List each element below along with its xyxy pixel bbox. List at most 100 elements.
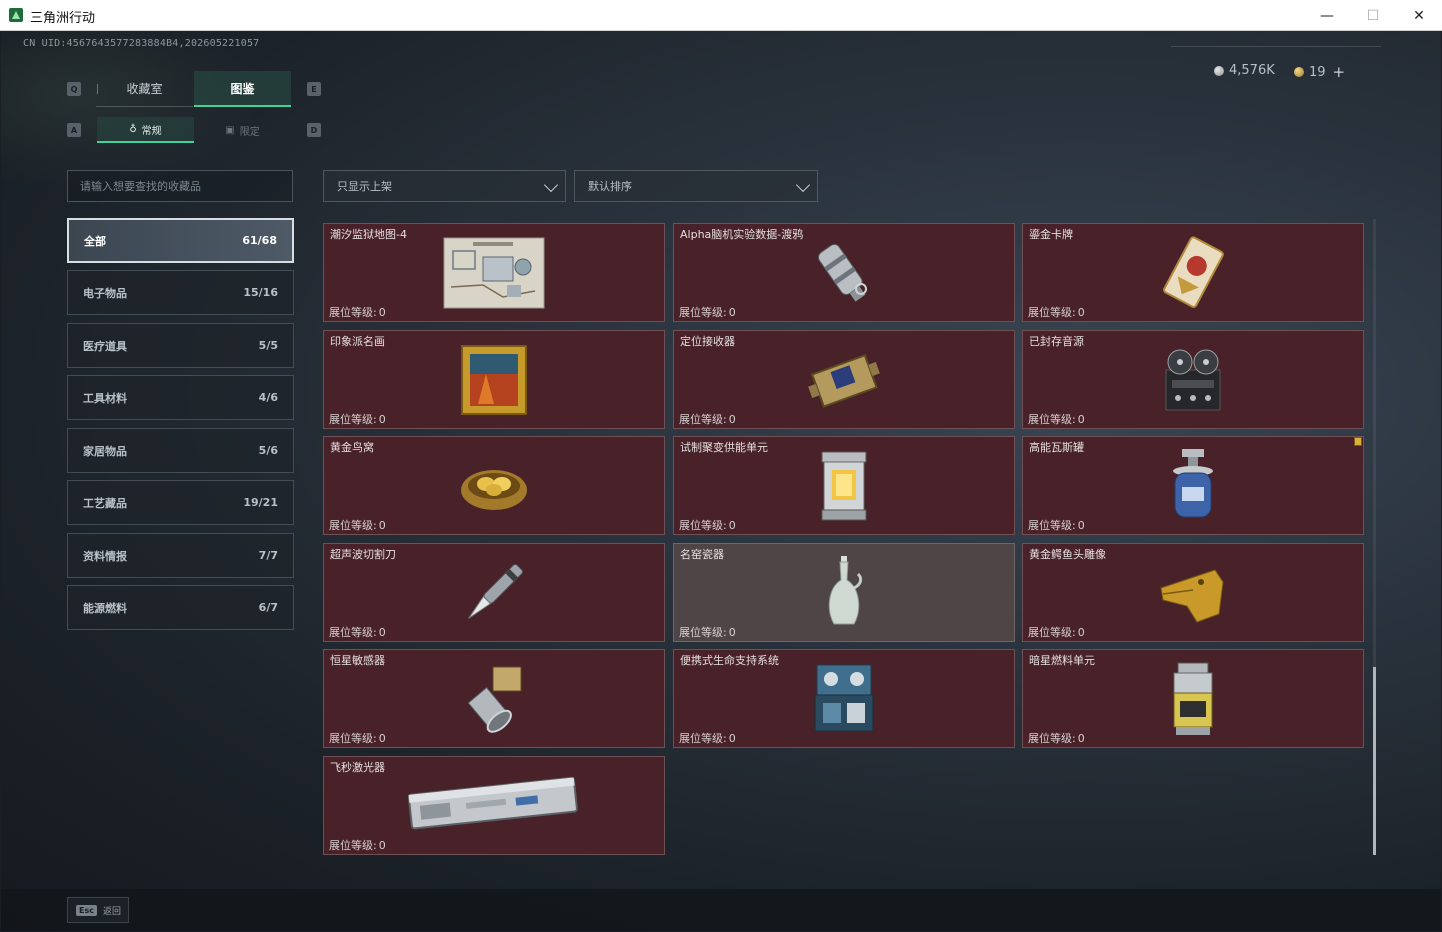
reel-recorder-icon (1165, 349, 1221, 410)
item-card[interactable]: 印象派名画 展位等级: 0 (323, 330, 665, 429)
alert-badge (1354, 437, 1362, 446)
display-level: 展位等级: 0 (677, 304, 736, 320)
item-card[interactable]: 名窑瓷器 展位等级: 0 (673, 543, 1015, 642)
tab-catalog[interactable]: 图鉴 (194, 71, 291, 107)
display-filter-dropdown[interactable]: 只显示上架 (323, 170, 566, 202)
window-title: 三角洲行动 (30, 11, 96, 26)
key-hint-e: E (307, 82, 321, 96)
display-level-label: 展位等级: (679, 732, 727, 745)
category-label: 资料情报 (83, 549, 127, 563)
chevron-down-icon (543, 177, 559, 193)
display-level-label: 展位等级: (679, 413, 727, 426)
display-level: 展位等级: 0 (677, 624, 736, 640)
category-count: 5/5 (258, 339, 278, 352)
sort-dropdown[interactable]: 默认排序 (574, 170, 818, 202)
display-level-value: 0 (728, 626, 736, 639)
item-name: 已封存音源 (1029, 335, 1084, 348)
painting-icon (461, 344, 527, 415)
footer-bar (1, 889, 1441, 931)
item-card[interactable]: 高能瓦斯罐 展位等级: 0 (1022, 436, 1364, 535)
item-card[interactable]: 便携式生命支持系统 展位等级: 0 (673, 649, 1015, 748)
close-button[interactable]: ✕ (1396, 0, 1442, 31)
item-card[interactable]: 黄金鸟窝 展位等级: 0 (323, 436, 665, 535)
item-name: 定位接收器 (680, 335, 735, 348)
display-level: 展位等级: 0 (1026, 304, 1085, 320)
category-household[interactable]: 家居物品 5/6 (67, 428, 294, 473)
display-level: 展位等级: 0 (327, 304, 386, 320)
display-level: 展位等级: 0 (677, 730, 736, 746)
category-fuel[interactable]: 能源燃料 6/7 (67, 585, 294, 630)
silver-coin-icon (1214, 65, 1224, 76)
category-intel[interactable]: 资料情报 7/7 (67, 533, 294, 578)
display-level-label: 展位等级: (679, 626, 727, 639)
currency-gold: 19 + (1294, 63, 1345, 81)
key-hint-a: A (67, 123, 81, 137)
fusion-unit-icon (821, 451, 867, 520)
display-level: 展位等级: 0 (327, 837, 386, 853)
item-card[interactable]: 试制聚变供能单元 展位等级: 0 (673, 436, 1015, 535)
star-sensor-icon (467, 666, 522, 733)
display-level-label: 展位等级: (1028, 626, 1076, 639)
display-level-value: 0 (728, 306, 736, 319)
category-electronics[interactable]: 电子物品 15/16 (67, 270, 294, 315)
category-count: 15/16 (243, 286, 278, 299)
category-count: 4/6 (258, 391, 278, 404)
frame-icon: ▣ (225, 124, 235, 136)
minimize-button[interactable]: — (1304, 0, 1350, 31)
item-card[interactable]: 鎏金卡牌 展位等级: 0 (1022, 223, 1364, 322)
category-medical[interactable]: 医疗道具 5/5 (67, 323, 294, 368)
key-hint-q: Q (67, 82, 81, 96)
item-name: 超声波切割刀 (330, 548, 396, 561)
item-name: 暗星燃料单元 (1029, 654, 1095, 667)
subtab-limited[interactable]: ▣ 限定 (194, 117, 291, 143)
add-currency-button[interactable]: + (1333, 63, 1346, 81)
display-level-label: 展位等级: (1028, 519, 1076, 532)
fuel-cell-icon (1173, 662, 1213, 735)
display-level-value: 0 (728, 732, 736, 745)
display-level-value: 0 (378, 626, 386, 639)
item-card[interactable]: Alpha脑机实验数据-渡鸦 展位等级: 0 (673, 223, 1015, 322)
category-tools[interactable]: 工具材料 4/6 (67, 375, 294, 420)
item-card[interactable]: 飞秒激光器 展位等级: 0 (323, 756, 665, 855)
currency-silver: 4,576K (1214, 63, 1275, 78)
display-level-value: 0 (1077, 732, 1085, 745)
display-level: 展位等级: 0 (1026, 624, 1085, 640)
subtab-regular[interactable]: ♁ 常规 (97, 117, 194, 143)
item-card[interactable]: 潮汐监狱地图-4 展位等级: 0 (323, 223, 665, 322)
item-card[interactable]: 恒星敏感器 展位等级: 0 (323, 649, 665, 748)
subtab-regular-label: 常规 (141, 125, 162, 137)
category-label: 家居物品 (83, 444, 127, 458)
category-crafts[interactable]: 工艺藏品 19/21 (67, 480, 294, 525)
display-level-value: 0 (1077, 413, 1085, 426)
category-all[interactable]: 全部 61/68 (67, 218, 294, 263)
scrollbar-thumb[interactable] (1373, 667, 1376, 855)
data-drive-icon (818, 243, 867, 302)
tab-collection-room[interactable]: 收藏室 (96, 71, 193, 107)
display-level-value: 0 (378, 413, 386, 426)
display-level: 展位等级: 0 (677, 411, 736, 427)
category-label: 工艺藏品 (83, 496, 127, 510)
item-card[interactable]: 已封存音源 展位等级: 0 (1022, 330, 1364, 429)
display-level-label: 展位等级: (329, 306, 377, 319)
item-name: 试制聚变供能单元 (680, 441, 768, 454)
item-name: 便携式生命支持系统 (680, 654, 779, 667)
crocodile-statue-icon (1160, 568, 1224, 623)
item-card[interactable]: 定位接收器 展位等级: 0 (673, 330, 1015, 429)
search-input[interactable] (67, 170, 293, 202)
app-logo-icon (9, 8, 23, 22)
currency-gold-value: 19 (1309, 64, 1326, 80)
maximize-button[interactable]: ☐ (1350, 0, 1396, 31)
item-card[interactable]: 黄金鳄鱼头雕像 展位等级: 0 (1022, 543, 1364, 642)
item-card[interactable]: 超声波切割刀 展位等级: 0 (323, 543, 665, 642)
display-level-label: 展位等级: (329, 732, 377, 745)
item-card[interactable]: 暗星燃料单元 展位等级: 0 (1022, 649, 1364, 748)
display-level-label: 展位等级: (329, 839, 377, 852)
item-name: 印象派名画 (330, 335, 385, 348)
display-level-value: 0 (378, 839, 386, 852)
category-count: 61/68 (242, 234, 277, 247)
display-level-label: 展位等级: (1028, 732, 1076, 745)
category-count: 19/21 (243, 496, 278, 509)
flask-icon: ♁ (129, 123, 137, 135)
back-button[interactable]: Esc 返回 (67, 897, 129, 923)
display-level: 展位等级: 0 (677, 517, 736, 533)
